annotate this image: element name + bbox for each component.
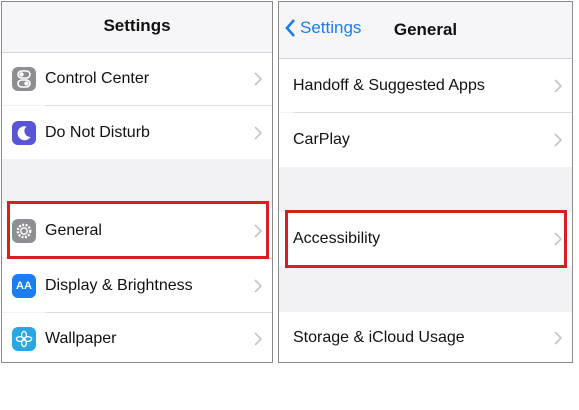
settings-item-label: Wallpaper (45, 329, 117, 347)
general-item-handoff[interactable]: Handoff & Suggested Apps (279, 59, 572, 112)
general-item-label: Storage & iCloud Usage (293, 329, 465, 346)
moon-icon (12, 120, 36, 145)
general-item-carplay[interactable]: CarPlay (279, 113, 572, 167)
settings-item-label: Do Not Disturb (45, 123, 150, 141)
settings-item-label: Control Center (45, 70, 150, 87)
settings-item-label: Display & Brightness (45, 276, 193, 294)
chevron-right-icon (254, 331, 262, 346)
settings-item-control-center[interactable]: Control Center (2, 53, 272, 105)
general-screen: Settings General Handoff & Suggested App… (278, 1, 573, 363)
control-center-icon (12, 67, 36, 91)
page-title: Settings (103, 16, 171, 35)
chevron-right-icon (554, 133, 562, 147)
display-brightness-icon: AA (12, 273, 36, 298)
settings-item-do-not-disturb[interactable]: Do Not Disturb (2, 106, 272, 159)
highlight-box (285, 210, 567, 268)
settings-item-display-brightness[interactable]: AA Display & Brightness (2, 259, 272, 312)
highlight-box (7, 201, 269, 259)
chevron-right-icon (554, 331, 562, 345)
settings-screen: Settings Control Center Do Not Disturb G… (1, 1, 273, 363)
settings-item-wallpaper[interactable]: Wallpaper (2, 313, 272, 362)
chevron-right-icon (554, 78, 562, 93)
general-item-label: CarPlay (293, 131, 350, 148)
page-title: General (393, 20, 458, 39)
chevron-right-icon (254, 72, 262, 86)
wallpaper-icon (12, 326, 36, 351)
nav-bar: Settings (2, 2, 272, 53)
general-item-storage[interactable]: Storage & iCloud Usage (279, 312, 572, 362)
chevron-right-icon (254, 125, 262, 140)
nav-bar: Settings General (279, 2, 572, 59)
chevron-right-icon (254, 278, 262, 293)
general-item-label: Handoff & Suggested Apps (293, 76, 485, 94)
